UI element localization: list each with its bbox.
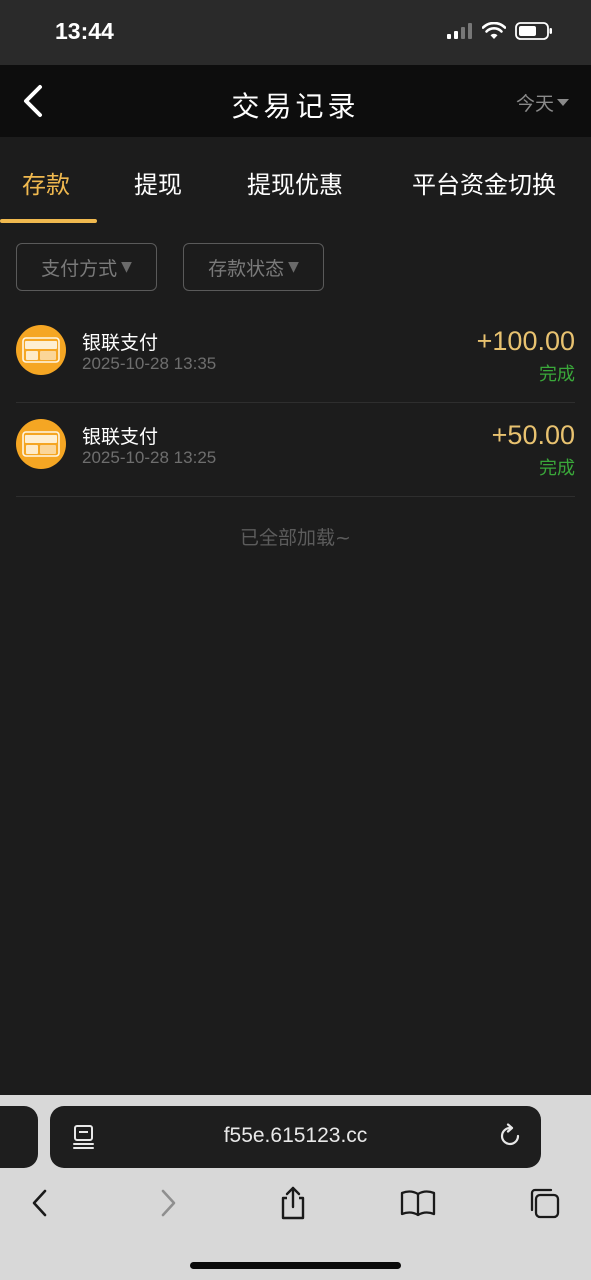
browser-toolbar: f55e.615123.cc <box>0 1095 591 1280</box>
status-icons <box>447 22 553 40</box>
payment-method-filter-label: 支付方式 <box>41 257 118 280</box>
deposit-status-filter-label: 存款状态 <box>208 257 285 280</box>
transaction-time: 2025-10-28 13:25 <box>82 448 217 467</box>
caret-down-icon: ▼ <box>121 259 132 275</box>
date-filter-label: 今天 <box>515 93 554 115</box>
tabs-button[interactable] <box>524 1183 564 1223</box>
status-bar: 13:44 <box>0 0 591 65</box>
unionpay-icon <box>16 325 66 375</box>
previous-tab-preview[interactable] <box>0 1106 38 1168</box>
list-item[interactable]: 银联支付 2025-10-28 13:25 +50.00 完成 <box>16 402 575 497</box>
home-indicator[interactable] <box>190 1262 401 1269</box>
tabs-icon <box>530 1188 560 1219</box>
tab-withdraw[interactable]: 提现 <box>134 165 182 200</box>
payment-method-filter[interactable]: 支付方式 ▼ <box>16 243 157 291</box>
status-time: 13:44 <box>55 18 114 44</box>
bookmarks-button[interactable] <box>398 1183 438 1223</box>
status-badge: 完成 <box>539 458 575 479</box>
unionpay-icon <box>16 419 66 469</box>
address-bar[interactable]: f55e.615123.cc <box>50 1106 541 1168</box>
reload-icon[interactable] <box>497 1123 523 1153</box>
transaction-amount: +50.00 <box>491 420 575 450</box>
tab-withdraw-bonus[interactable]: 提现优惠 <box>247 165 343 200</box>
tab-bar: 存款 提现 提现优惠 平台资金切换 <box>0 137 591 225</box>
active-tab-indicator <box>0 219 97 223</box>
chevron-right-icon <box>161 1189 176 1217</box>
book-icon <box>400 1190 436 1217</box>
share-button[interactable] <box>273 1183 313 1223</box>
url-text: f55e.615123.cc <box>223 1124 368 1147</box>
transaction-time: 2025-10-28 13:35 <box>82 354 217 373</box>
share-icon <box>281 1186 305 1220</box>
browser-forward-button[interactable] <box>148 1183 188 1223</box>
deposit-status-filter[interactable]: 存款状态 ▼ <box>183 243 324 291</box>
chevron-left-icon <box>32 1189 47 1217</box>
cellular-signal-icon <box>447 23 472 39</box>
nav-bar: 交易记录 今天 <box>0 65 591 137</box>
battery-icon <box>515 22 552 40</box>
tab-deposit[interactable]: 存款 <box>22 165 70 200</box>
list-end-message: 已全部加载~ <box>240 527 351 549</box>
date-filter-dropdown[interactable]: 今天 <box>516 89 569 116</box>
page-title: 交易记录 <box>231 90 360 123</box>
tab-platform-transfer[interactable]: 平台资金切换 <box>412 165 556 200</box>
caret-down-icon: ▼ <box>288 259 299 275</box>
wifi-icon <box>482 22 506 39</box>
list-item[interactable]: 银联支付 2025-10-28 13:35 +100.00 完成 <box>16 308 575 403</box>
transaction-amount: +100.00 <box>476 326 575 356</box>
payment-method-name: 银联支付 <box>82 426 159 448</box>
caret-down-icon <box>557 98 569 106</box>
status-badge: 完成 <box>539 364 575 385</box>
browser-back-button[interactable] <box>20 1183 60 1223</box>
payment-method-name: 银联支付 <box>82 332 159 354</box>
